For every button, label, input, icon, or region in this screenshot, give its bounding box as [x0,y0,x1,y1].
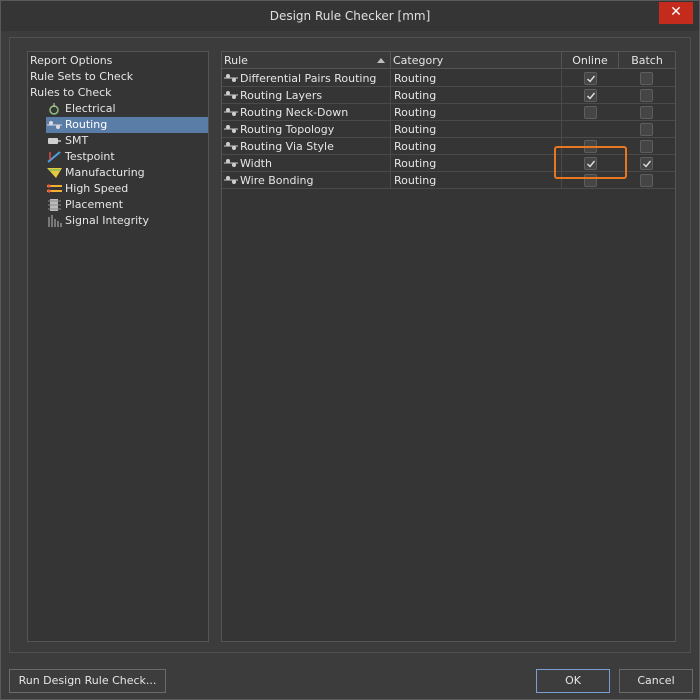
rule-cell: Routing Layers [222,87,391,104]
tree-item-rules-to-check[interactable]: Rules to Check [30,85,208,101]
tree-item-electrical[interactable]: Electrical [46,101,208,117]
batch-checkbox[interactable] [640,140,653,153]
column-header-batch[interactable]: Batch [619,52,675,69]
tree-item-label: Placement [65,198,124,211]
category-cell: Routing [391,138,562,155]
table-row[interactable]: Routing Via Style Routing [222,138,675,155]
high-speed-icon [47,184,62,193]
electrical-icon [49,103,59,115]
column-header-category[interactable]: Category [391,52,562,69]
placement-icon [48,199,61,211]
signal-integrity-icon [48,215,62,227]
online-checkbox[interactable] [584,106,597,119]
rule-cell: Routing Via Style [222,138,391,155]
batch-checkbox[interactable] [640,157,653,170]
online-checkbox[interactable] [584,89,597,102]
tree-item-rule-sets[interactable]: Rule Sets to Check [30,69,208,85]
table-row[interactable]: Differential Pairs Routing Routing [222,70,675,87]
category-cell: Routing [391,121,562,138]
tree-item-label: Routing [65,118,108,131]
table-row[interactable]: Routing Topology Routing [222,121,675,138]
rule-cell: Differential Pairs Routing [222,70,391,87]
dialog-window: Design Rule Checker [mm] ✕ Report Option… [0,0,700,700]
smt-icon [48,138,61,144]
manufacturing-icon [47,168,62,178]
category-cell: Routing [391,70,562,87]
online-checkbox[interactable] [584,174,597,187]
column-header-rule[interactable]: Rule [222,52,391,69]
category-cell: Routing [391,155,562,172]
table-row[interactable]: Width Routing [222,155,675,172]
table-row[interactable]: Routing Layers Routing [222,87,675,104]
rule-cell: Width [222,155,391,172]
routing-rule-icon [224,125,238,133]
category-cell: Routing [391,104,562,121]
online-checkbox[interactable] [584,157,597,170]
rule-tree: Report Options Rule Sets to Check Rules … [27,51,209,642]
rule-name: Routing Neck-Down [240,106,349,119]
check-icon [643,160,652,168]
routing-rule-icon [224,176,238,184]
table-row[interactable]: Wire Bonding Routing [222,172,675,189]
cancel-button[interactable]: Cancel [619,669,693,693]
batch-checkbox[interactable] [640,89,653,102]
rule-cell: Routing Neck-Down [222,104,391,121]
rule-name: Width [240,157,272,170]
tree-item-label: High Speed [65,182,129,195]
tree-item-label: SMT [65,134,89,147]
tree-item-label: Manufacturing [65,166,145,179]
routing-icon [47,121,62,129]
batch-checkbox[interactable] [640,72,653,85]
tree-item-label: Signal Integrity [65,214,149,227]
tree-item-label: Electrical [65,102,116,115]
tree-item-manufacturing[interactable]: Manufacturing [46,165,208,181]
grid-header: Rule Category Online Batch [222,52,675,69]
tree-item-testpoint[interactable]: Testpoint [46,149,208,165]
category-cell: Routing [391,87,562,104]
tree-item-smt[interactable]: SMT [46,133,208,149]
tree-item-report-options[interactable]: Report Options [30,53,208,69]
routing-rule-icon [224,159,238,167]
rule-name: Wire Bonding [240,174,314,187]
routing-rule-icon [224,108,238,116]
routing-rule-icon [224,74,238,82]
routing-rule-icon [224,142,238,150]
tree-item-label: Testpoint [65,150,115,163]
batch-checkbox[interactable] [640,174,653,187]
column-header-label: Rule [224,54,248,67]
batch-checkbox[interactable] [640,123,653,136]
rule-cell: Wire Bonding [222,172,391,189]
close-button[interactable]: ✕ [659,2,693,24]
tree-item-high-speed[interactable]: High Speed [46,181,208,197]
online-checkbox[interactable] [584,72,597,85]
rule-name: Differential Pairs Routing [240,72,377,85]
tree-item-routing[interactable]: Routing [46,117,208,133]
testpoint-icon [47,151,61,163]
column-header-online[interactable]: Online [562,52,619,69]
check-icon [587,92,596,100]
category-cell: Routing [391,172,562,189]
rule-name: Routing Topology [240,123,335,136]
routing-rule-icon [224,91,238,99]
online-checkbox[interactable] [584,140,597,153]
title-bar: Design Rule Checker [mm] [1,1,699,31]
tree-item-placement[interactable]: Placement [46,197,208,213]
table-row[interactable]: Routing Neck-Down Routing [222,104,675,121]
rule-name: Routing Via Style [240,140,334,153]
check-icon [587,160,596,168]
tree-item-signal-integrity[interactable]: Signal Integrity [46,213,208,229]
batch-checkbox[interactable] [640,106,653,119]
ok-button[interactable]: OK [536,669,610,693]
rule-cell: Routing Topology [222,121,391,138]
rule-name: Routing Layers [240,89,323,102]
rules-grid: Rule Category Online Batch Differential … [221,51,676,642]
run-drc-button[interactable]: Run Design Rule Check... [9,669,166,693]
sort-ascending-icon [377,58,385,63]
window-title: Design Rule Checker [mm] [269,9,431,23]
check-icon [587,75,596,83]
